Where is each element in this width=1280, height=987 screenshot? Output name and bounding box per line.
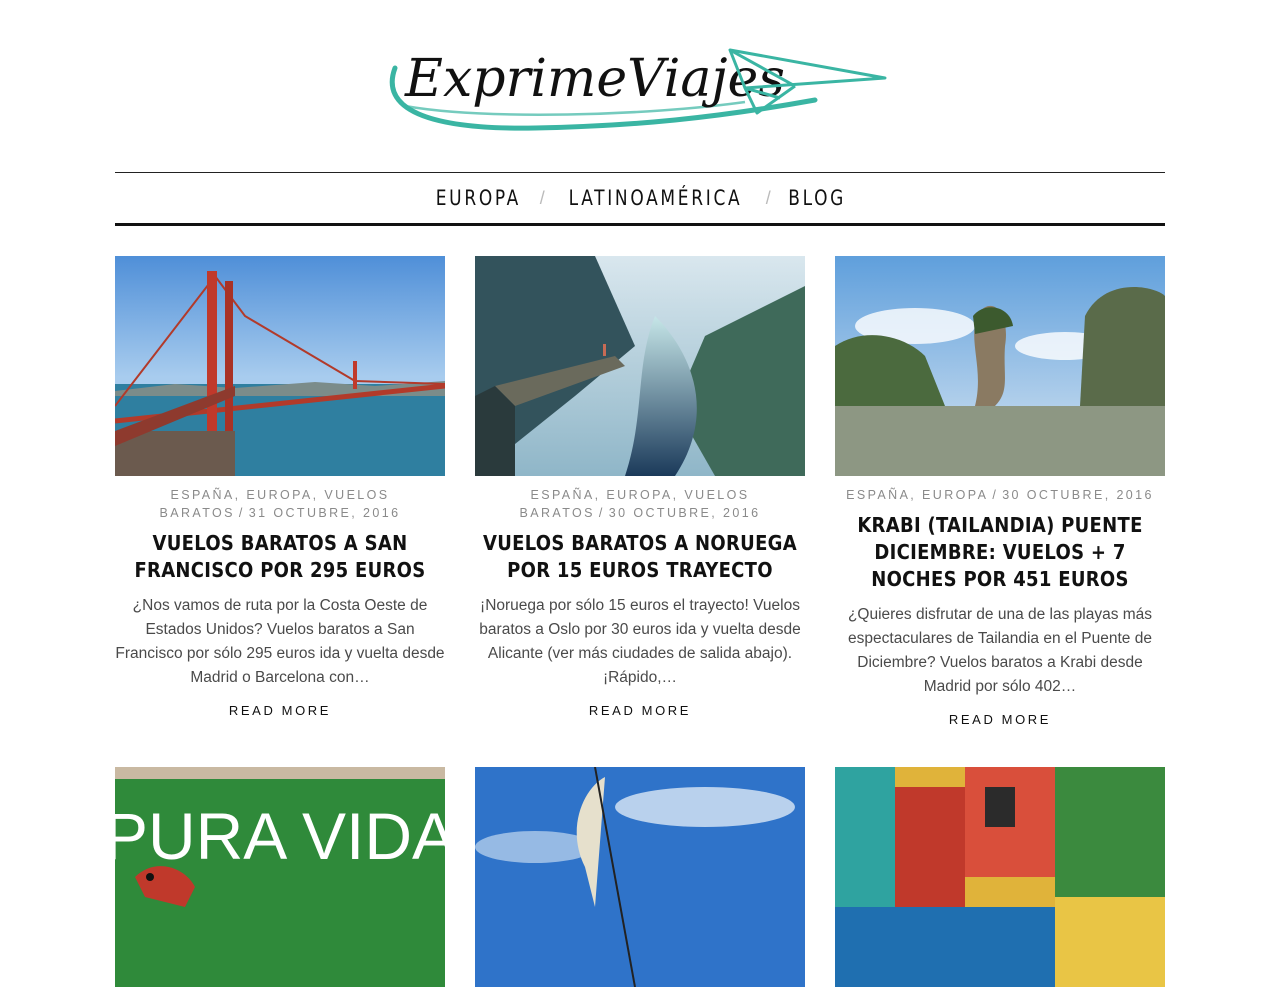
read-more-link[interactable]: READ MORE	[949, 712, 1051, 727]
site-header: ExprimeViajes	[115, 0, 1165, 172]
post-date: 31 OCTUBRE, 2016	[248, 506, 401, 520]
logo-text: ExprimeViajes	[404, 49, 785, 109]
post-thumbnail-krabi[interactable]	[835, 256, 1165, 476]
nav-item-blog[interactable]: BLOG	[788, 186, 846, 210]
post-thumbnail-caminito[interactable]	[835, 767, 1165, 987]
post-excerpt: ¿Nos vamos de ruta por la Costa Oeste de…	[115, 597, 445, 686]
nav-separator: /	[539, 187, 545, 208]
post-meta: ESPAÑA, EUROPA, VUELOS BARATOS/31 OCTUBR…	[159, 488, 401, 520]
post-card: ESPAÑA, EUROPA, VUELOS BARATOS/31 OCTUBR…	[115, 256, 445, 729]
post-date: 30 OCTUBRE, 2016	[608, 506, 761, 520]
sign-text: PURA VIDA	[115, 799, 445, 873]
post-thumbnail-pura-vida[interactable]: PURA VIDA	[115, 767, 445, 987]
post-thumbnail-sailboat[interactable]	[475, 767, 805, 987]
post-card: ESPAÑA, EUROPA, VUELOS BARATOS/30 OCTUBR…	[475, 256, 805, 729]
post-title[interactable]: VUELOS BARATOS A NORUEGA POR 15 EUROS TR…	[475, 530, 805, 584]
read-more-link[interactable]: READ MORE	[589, 703, 691, 718]
nav-item-europa[interactable]: EUROPA	[436, 186, 521, 210]
nav-item-latinoamerica[interactable]: LATINOAMÉRICA	[568, 186, 742, 210]
post-thumbnail-noruega[interactable]	[475, 256, 805, 476]
post-grid-row-2: PURA VIDA	[115, 767, 1165, 987]
post-date: 30 OCTUBRE, 2016	[1002, 488, 1154, 502]
post-title[interactable]: KRABI (TAILANDIA) PUENTE DICIEMBRE: VUEL…	[835, 512, 1165, 593]
post-grid: ESPAÑA, EUROPA, VUELOS BARATOS/31 OCTUBR…	[115, 256, 1165, 729]
main-nav: EUROPA / LATINOAMÉRICA / BLOG	[115, 172, 1165, 226]
nav-separator: /	[765, 187, 771, 208]
post-meta: ESPAÑA, EUROPA/30 OCTUBRE, 2016	[846, 488, 1154, 502]
post-categories[interactable]: ESPAÑA, EUROPA	[846, 488, 988, 502]
post-title[interactable]: VUELOS BARATOS A SAN FRANCISCO POR 295 E…	[115, 530, 445, 584]
post-excerpt: ¡Noruega por sólo 15 euros el trayecto! …	[479, 597, 801, 686]
post-excerpt: ¿Quieres disfrutar de una de las playas …	[847, 606, 1153, 695]
post-card: ESPAÑA, EUROPA/30 OCTUBRE, 2016 KRABI (T…	[835, 256, 1165, 729]
read-more-link[interactable]: READ MORE	[229, 703, 331, 718]
post-thumbnail-san-francisco[interactable]	[115, 256, 445, 476]
post-meta: ESPAÑA, EUROPA, VUELOS BARATOS/30 OCTUBR…	[519, 488, 761, 520]
